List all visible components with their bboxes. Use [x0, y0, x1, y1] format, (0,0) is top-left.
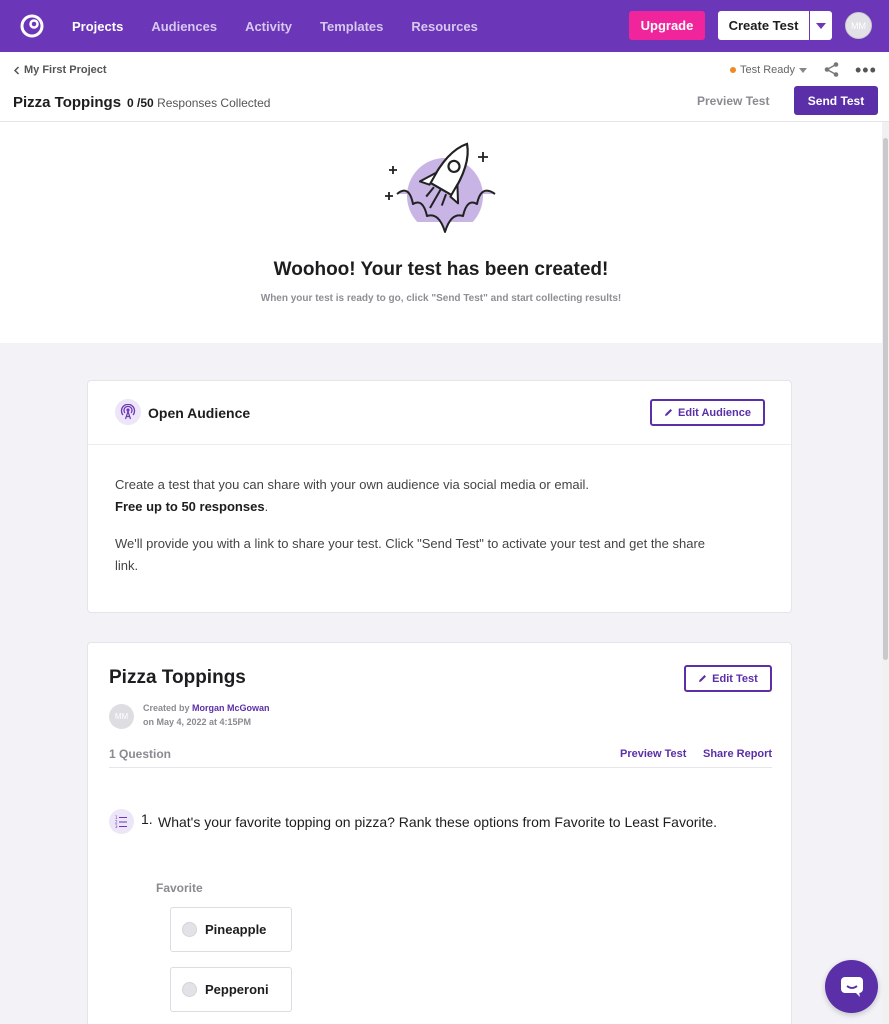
success-subtitle: When your test is ready to go, click "Se…: [260, 293, 622, 304]
audience-card-header: Open Audience Edit Audience: [88, 381, 791, 445]
question-count: 1 Question: [109, 747, 172, 761]
edit-test-button[interactable]: Edit Test: [684, 665, 772, 692]
page-title: Pizza Toppings: [13, 94, 122, 111]
audience-line2-suffix: .: [264, 499, 269, 514]
svg-text:3: 3: [115, 824, 118, 828]
radio-icon: [182, 922, 197, 937]
edit-audience-button[interactable]: Edit Audience: [650, 399, 765, 426]
audience-free-limit: Free up to 50 responses: [115, 499, 265, 514]
responses-collected: 0 /50 Responses Collected: [127, 96, 270, 110]
nav-item-activity[interactable]: Activity: [245, 19, 292, 34]
pencil-icon: [665, 409, 673, 416]
rank-option[interactable]: Pineapple: [170, 907, 292, 952]
upgrade-button[interactable]: Upgrade: [629, 11, 705, 40]
share-report-link[interactable]: Share Report: [703, 748, 772, 760]
created-by-prefix: Created by: [143, 703, 193, 713]
share-icon[interactable]: [823, 61, 840, 78]
created-on: on May 4, 2022 at 4:15PM: [143, 717, 252, 727]
question-number: 1.: [141, 811, 153, 827]
nav-item-projects[interactable]: Projects: [72, 19, 123, 34]
chat-widget-button[interactable]: [825, 960, 878, 1013]
test-card: Pizza Toppings Edit Test MM Created by M…: [87, 642, 792, 1024]
audience-line1: Create a test that you can share with yo…: [115, 477, 590, 492]
audience-title: Open Audience: [148, 405, 251, 421]
created-by: Created by Morgan McGowan: [143, 703, 270, 713]
edit-audience-label: Edit Audience: [678, 406, 751, 419]
ranking-question-icon: 1 2 3: [109, 809, 134, 834]
edit-test-label: Edit Test: [712, 672, 758, 685]
option-label: Pepperoni: [205, 982, 269, 997]
creator-avatar: MM: [109, 704, 134, 729]
responses-current: 0: [127, 96, 134, 110]
nav-item-templates[interactable]: Templates: [320, 19, 383, 34]
chat-bubble-icon: [840, 976, 863, 997]
status-dot-icon: [730, 67, 736, 73]
broadcast-icon: [115, 399, 141, 425]
preview-test-link-card[interactable]: Preview Test: [620, 748, 686, 760]
audience-card: Open Audience Edit Audience Create a tes…: [87, 380, 792, 613]
caret-down-icon: [799, 67, 808, 73]
rocket-illustration: [383, 142, 508, 244]
nav-item-resources[interactable]: Resources: [411, 19, 477, 34]
status-label: Test Ready: [740, 64, 796, 76]
create-test-button[interactable]: Create Test: [718, 11, 809, 40]
test-title: Pizza Toppings: [109, 667, 246, 688]
user-avatar[interactable]: MM: [845, 12, 872, 39]
audience-description: Create a test that you can share with yo…: [115, 474, 715, 592]
breadcrumb-label: My First Project: [24, 64, 107, 76]
rank-option[interactable]: Pepperoni: [170, 967, 292, 1012]
rank-top-label: Favorite: [156, 881, 203, 895]
responses-label: Responses Collected: [157, 96, 271, 110]
caret-down-icon: [816, 22, 826, 29]
nav-links: Projects Audiences Activity Templates Re…: [72, 0, 506, 52]
chevron-left-icon: [13, 65, 20, 75]
success-title: Woohoo! Your test has been created!: [273, 259, 609, 280]
option-label: Pineapple: [205, 922, 267, 937]
question-text: What's your favorite topping on pizza? R…: [158, 814, 718, 830]
divider: [109, 767, 772, 768]
creator-name-link[interactable]: Morgan McGowan: [192, 703, 270, 713]
logo-icon[interactable]: [19, 13, 45, 39]
pencil-icon: [699, 675, 707, 682]
scrollbar-thumb[interactable]: [883, 138, 888, 660]
page-scrollbar[interactable]: [882, 122, 889, 1024]
send-test-button[interactable]: Send Test: [794, 86, 878, 115]
audience-line3: We'll provide you with a link to share y…: [115, 536, 706, 573]
preview-test-link[interactable]: Preview Test: [697, 94, 769, 108]
top-nav: Projects Audiences Activity Templates Re…: [0, 0, 889, 52]
breadcrumb[interactable]: My First Project: [13, 64, 107, 76]
radio-icon: [182, 982, 197, 997]
status-dropdown[interactable]: Test Ready: [730, 64, 808, 76]
project-header: My First Project Pizza Toppings 0 /50 Re…: [0, 52, 889, 122]
responses-total: /50: [137, 96, 154, 110]
success-banner: Woohoo! Your test has been created! When…: [0, 122, 882, 343]
nav-item-audiences[interactable]: Audiences: [151, 19, 217, 34]
more-options-icon[interactable]: •••: [855, 60, 877, 81]
create-test-dropdown[interactable]: [809, 11, 832, 40]
